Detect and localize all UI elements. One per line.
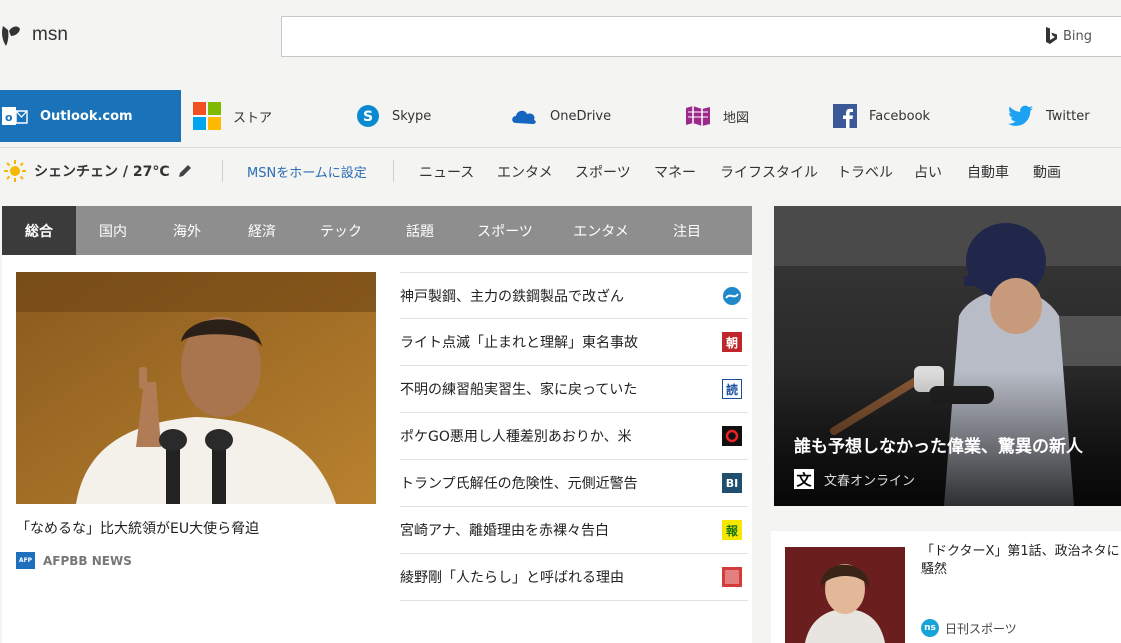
weekly-magazine-logo-icon <box>722 567 742 587</box>
bing-search-button[interactable]: Bing <box>1044 26 1092 46</box>
twitter-icon <box>1008 105 1033 126</box>
nav-lifestyle[interactable]: ライフスタイル <box>720 162 818 182</box>
afp-logo: AFP <box>16 552 35 569</box>
article-image <box>785 547 905 643</box>
facebook-icon <box>833 104 857 128</box>
headline-text: トランプ氏解任の危険性、元側近警告 <box>400 476 638 492</box>
source-name: AFPBB NEWS <box>43 553 132 568</box>
baseball-photo <box>774 206 1121 506</box>
map-icon <box>686 106 710 126</box>
news-tabs: 総合 国内 海外 経済 テック 話題 スポーツ エンタメ 注目 <box>2 206 752 255</box>
app-outlook[interactable]: o Outlook.com <box>0 90 181 142</box>
tab-domestic[interactable]: 国内 <box>76 206 150 255</box>
app-label: ストア <box>233 110 273 126</box>
featured-title: 誰も予想しなかった偉業、驚異の新人 <box>794 437 1083 457</box>
hero-source: AFP AFPBB NEWS <box>16 552 132 569</box>
app-label: Outlook.com <box>40 108 133 124</box>
headline-text: 不明の練習船実習生、家に戻っていた <box>400 382 638 398</box>
news-source-logo-icon <box>722 426 742 446</box>
nav-money[interactable]: マネー <box>654 162 696 182</box>
source-name: 文春オンライン <box>824 473 916 489</box>
svg-text:S: S <box>363 109 373 125</box>
business-insider-logo-icon: BI <box>722 473 742 493</box>
nav-video[interactable]: 動画 <box>1033 162 1061 182</box>
search-input[interactable]: Bing <box>281 16 1121 57</box>
featured-source: 文 文春オンライン <box>794 469 915 489</box>
app-label: 地図 <box>723 110 750 126</box>
bunshun-logo-icon: 文 <box>794 469 814 489</box>
app-onedrive[interactable]: OneDrive <box>510 90 611 142</box>
kobe-news-logo-icon <box>723 286 741 305</box>
nav-news[interactable]: ニュース <box>419 162 474 182</box>
app-label: Facebook <box>869 108 931 124</box>
onedrive-icon <box>512 110 536 124</box>
list-item[interactable]: ライト点滅「止まれと理解」東名事故 朝 <box>400 319 748 366</box>
headline-text: 綾野剛「人たらし」と呼ばれる理由 <box>400 570 624 586</box>
outlook-icon: o <box>2 107 28 125</box>
yomiuri-logo-icon: 読 <box>722 379 742 399</box>
bing-label: Bing <box>1062 28 1092 44</box>
nav-entertainment[interactable]: エンタメ <box>497 162 553 182</box>
headline-text: ライト点滅「止まれと理解」東名事故 <box>400 335 638 351</box>
list-item[interactable]: ポケGO悪用し人種差別あおりか、米 <box>400 413 748 460</box>
nav-fortune[interactable]: 占い <box>914 162 942 182</box>
app-label: Twitter <box>1046 108 1090 124</box>
hero-image[interactable] <box>16 272 376 504</box>
svg-text:o: o <box>5 111 13 124</box>
asahi-logo-icon: 朝 <box>722 332 742 352</box>
source-name: 日刊スポーツ <box>945 621 1017 636</box>
article-source: ns 日刊スポーツ <box>921 619 1017 637</box>
headline-list: 神戸製鋼、主力の鉄鋼製品で改ざん ライト点滅「止まれと理解」東名事故 朝 不明の… <box>400 272 748 601</box>
news-content: 「なめるな」比大統領がEU大使ら脅迫 AFP AFPBB NEWS 神戸製鋼、主… <box>2 255 752 643</box>
apps-bar: o Outlook.com ストア S Skype OneDrive 地図 Fa… <box>0 90 1121 142</box>
hochi-logo-icon: 報 <box>722 520 742 540</box>
tab-topics[interactable]: 話題 <box>382 206 458 255</box>
weather-widget[interactable]: シェンチェン / 27°C <box>4 160 192 182</box>
weather-location: シェンチェン / 27°C <box>34 164 170 180</box>
divider <box>222 160 223 182</box>
list-item[interactable]: 神戸製鋼、主力の鉄鋼製品で改ざん <box>400 272 748 319</box>
app-label: Skype <box>392 108 432 124</box>
nikkan-sports-logo-icon: ns <box>921 619 939 637</box>
tab-sports[interactable]: スポーツ <box>458 206 552 255</box>
tab-top[interactable]: 総合 <box>2 206 76 255</box>
nav-sports[interactable]: スポーツ <box>575 162 631 182</box>
bing-icon <box>1045 27 1057 44</box>
tab-international[interactable]: 海外 <box>150 206 224 255</box>
speaker-photo <box>16 272 376 504</box>
list-item[interactable]: トランプ氏解任の危険性、元側近警告 BI <box>400 460 748 507</box>
app-facebook[interactable]: Facebook <box>833 90 930 142</box>
article-title: 「ドクターX」第1話、政治ネタに騒然 <box>921 544 1120 577</box>
msn-logo[interactable]: msn <box>0 22 68 48</box>
tab-featured[interactable]: 注目 <box>650 206 724 255</box>
article-card[interactable]: 「ドクターX」第1話、政治ネタに騒然 ns 日刊スポーツ <box>771 531 1121 643</box>
nav-travel[interactable]: トラベル <box>837 162 893 182</box>
app-skype[interactable]: S Skype <box>356 90 431 142</box>
headline-text: 神戸製鋼、主力の鉄鋼製品で改ざん <box>400 288 624 305</box>
hero-caption[interactable]: 「なめるな」比大統領がEU大使ら脅迫 <box>16 518 259 538</box>
app-store[interactable]: ストア <box>193 90 272 142</box>
sub-navigation: シェンチェン / 27°C MSNをホームに設定 ニュース エンタメ スポーツ … <box>0 147 1121 193</box>
list-item[interactable]: 不明の練習船実習生、家に戻っていた 読 <box>400 366 748 413</box>
tab-economy[interactable]: 経済 <box>224 206 300 255</box>
featured-photo-card[interactable]: 誰も予想しなかった偉業、驚異の新人 文 文春オンライン <box>774 206 1121 506</box>
app-twitter[interactable]: Twitter <box>1008 90 1090 142</box>
sun-icon <box>4 160 26 182</box>
tab-tech[interactable]: テック <box>300 206 382 255</box>
app-map[interactable]: 地図 <box>685 90 749 142</box>
list-item[interactable]: 綾野剛「人たらし」と呼ばれる理由 <box>400 554 748 601</box>
nav-autos[interactable]: 自動車 <box>967 162 1009 182</box>
divider <box>393 160 394 182</box>
butterfly-icon <box>2 26 20 46</box>
tab-entertainment[interactable]: エンタメ <box>552 206 650 255</box>
headline-text: ポケGO悪用し人種差別あおりか、米 <box>400 429 632 445</box>
skype-icon: S <box>357 105 379 127</box>
list-item[interactable]: 宮崎アナ、離婚理由を赤裸々告白 報 <box>400 507 748 554</box>
store-icon <box>193 102 221 130</box>
logo-text: msn <box>32 24 68 45</box>
app-label: OneDrive <box>550 108 612 124</box>
headline-text: 宮崎アナ、離婚理由を赤裸々告白 <box>400 523 610 539</box>
pencil-icon[interactable] <box>178 164 192 178</box>
set-home-link[interactable]: MSNをホームに設定 <box>247 162 367 181</box>
